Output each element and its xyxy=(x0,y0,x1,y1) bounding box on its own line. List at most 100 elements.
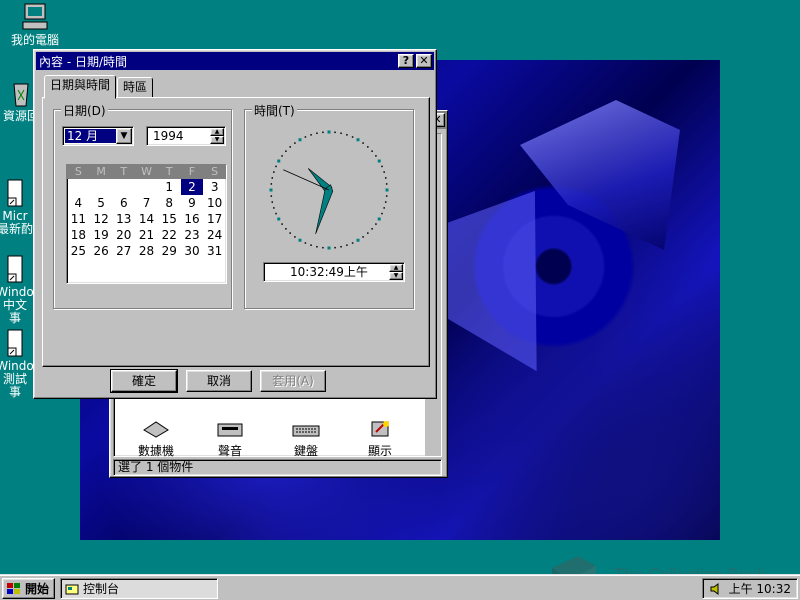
windows-logo-icon xyxy=(7,582,20,594)
calendar-day[interactable]: 24 xyxy=(203,227,226,243)
calendar-day[interactable]: 19 xyxy=(90,227,113,243)
clock-minute-hand xyxy=(315,184,334,235)
calendar-day[interactable]: 12 xyxy=(90,211,113,227)
calendar-day[interactable]: 31 xyxy=(203,243,226,259)
clock-minute-mark xyxy=(273,171,275,173)
close-button[interactable]: ✕ xyxy=(416,54,432,68)
month-select[interactable]: 12 月 ▼ xyxy=(62,126,134,146)
tab-date-time[interactable]: 日期與時間 xyxy=(44,75,117,99)
dialog-title-bar[interactable]: 內容 - 日期/時間 ? ✕ xyxy=(36,52,434,70)
clock-minute-mark xyxy=(273,207,275,209)
calendar-day[interactable]: 29 xyxy=(158,243,181,259)
weekday-header: T xyxy=(120,165,128,178)
clock-hour-mark xyxy=(356,138,360,142)
calendar-day[interactable]: 2 xyxy=(180,179,204,195)
clock-minute-mark xyxy=(367,146,369,148)
control-panel-item-label: 數據機 xyxy=(137,444,174,458)
calendar-day[interactable]: 13 xyxy=(112,211,135,227)
calendar-day[interactable]: 6 xyxy=(112,195,135,211)
calendar-day[interactable]: 8 xyxy=(158,195,181,211)
date-group-label: 日期(D) xyxy=(61,102,108,119)
calendar-day[interactable]: 16 xyxy=(181,211,204,227)
help-button[interactable]: ? xyxy=(398,54,414,68)
ok-button[interactable]: 確定 xyxy=(110,369,178,393)
clock-minute-mark xyxy=(385,195,388,197)
calendar-day[interactable]: 18 xyxy=(67,227,90,243)
calendar-day[interactable]: 3 xyxy=(203,179,226,195)
calendar-day[interactable]: 7 xyxy=(135,195,158,211)
calendar-day[interactable]: 25 xyxy=(67,243,90,259)
clock-minute-mark xyxy=(371,150,373,152)
weekday-header: S xyxy=(74,165,82,178)
clock-minute-mark xyxy=(275,165,277,168)
apply-button[interactable]: 套用(A) xyxy=(260,370,326,392)
clock-hour-mark xyxy=(298,138,302,142)
desktop-icon-my-computer[interactable]: 我的電腦 xyxy=(0,2,70,47)
weekday-header: T xyxy=(165,165,173,178)
control-panel-item-label: 聲音 xyxy=(217,444,242,458)
calendar-grid[interactable]: SMTWTFS 1 2 3 4 5 6 7 8 9 10 11 12 13 14 15 16 17 18 19 20 2… xyxy=(66,164,227,284)
spin-down-icon[interactable]: ▼ xyxy=(389,272,403,280)
calendar-day[interactable]: 30 xyxy=(181,243,204,259)
chevron-down-icon[interactable]: ▼ xyxy=(116,128,132,144)
calendar-day[interactable]: 26 xyxy=(90,243,113,259)
calendar-day[interactable]: 27 xyxy=(112,243,135,259)
calendar-week: 4 5 6 7 8 9 10 xyxy=(67,195,226,211)
weekday-header: S xyxy=(211,165,219,178)
calendar-empty-cell xyxy=(67,179,90,195)
year-stepper[interactable]: 1994 ▲ ▼ xyxy=(146,126,226,146)
calendar-day[interactable]: 28 xyxy=(135,243,158,259)
control-panel-item-sounds[interactable]: 聲音 xyxy=(200,420,260,459)
sound-icon xyxy=(216,420,244,438)
clock-minute-mark xyxy=(285,150,287,152)
clock-minute-mark xyxy=(322,131,324,134)
tab-time-zone[interactable]: 時區 xyxy=(117,77,154,98)
date-time-dialog[interactable]: 內容 - 日期/時間 ? ✕ 日期與時間 時區 日期(D) 12 月 ▼ 199… xyxy=(33,49,437,399)
calendar-day[interactable]: 14 xyxy=(135,211,158,227)
clock-hour-mark xyxy=(377,159,381,163)
clock-minute-mark xyxy=(270,183,273,185)
tab-label: 日期與時間 xyxy=(50,78,111,92)
year-value: 1994 xyxy=(153,129,184,143)
calendar-day[interactable]: 17 xyxy=(203,211,226,227)
calendar-week: 123 xyxy=(67,179,226,195)
speaker-icon[interactable] xyxy=(709,582,723,596)
calendar-day[interactable]: 4 xyxy=(67,195,90,211)
start-button[interactable]: 開始 xyxy=(2,578,55,599)
clock-minute-mark xyxy=(304,136,307,138)
taskbar-button-control-panel[interactable]: 控制台 xyxy=(60,578,218,599)
control-panel-item-keyboard[interactable]: 鍵盤 xyxy=(276,420,336,459)
control-panel-item-display[interactable]: 顯示 xyxy=(350,420,410,459)
clock-minute-mark xyxy=(270,195,273,197)
control-panel-item-modem[interactable]: 數據機 xyxy=(126,420,186,459)
calendar-day[interactable]: 11 xyxy=(67,211,90,227)
clock-minute-mark xyxy=(362,236,364,238)
computer-icon xyxy=(20,2,50,32)
start-label: 開始 xyxy=(25,582,50,596)
spin-up-icon[interactable]: ▲ xyxy=(389,264,403,272)
cancel-button[interactable]: 取消 xyxy=(186,370,252,392)
calendar-day[interactable]: 20 xyxy=(112,227,135,243)
calendar-day[interactable]: 10 xyxy=(203,195,226,211)
calendar-day[interactable]: 1 xyxy=(158,179,181,195)
shortcut-icon xyxy=(0,315,30,357)
calendar-day[interactable]: 21 xyxy=(135,227,158,243)
calendar-day[interactable]: 15 xyxy=(158,211,181,227)
weekday-header: M xyxy=(96,165,106,178)
calendar-day[interactable]: 5 xyxy=(90,195,113,211)
calendar-day[interactable]: 23 xyxy=(181,227,204,243)
spin-up-icon[interactable]: ▲ xyxy=(210,128,224,136)
time-stepper[interactable]: 10:32:49上午 ▲ ▼ xyxy=(263,262,405,282)
time-value: 10:32:49上午 xyxy=(290,265,368,279)
clock-minute-mark xyxy=(371,228,373,230)
system-tray: 上午 10:32 xyxy=(702,578,798,599)
calendar-day[interactable]: 22 xyxy=(158,227,181,243)
calendar-day[interactable]: 9 xyxy=(181,195,204,211)
calendar-week: 11 12 13 14 15 16 17 xyxy=(67,211,226,227)
clock-minute-mark xyxy=(271,201,274,203)
clock-minute-mark xyxy=(294,236,296,238)
tray-clock[interactable]: 上午 10:32 xyxy=(729,580,791,597)
clock-hour-mark xyxy=(356,238,360,242)
spin-down-icon[interactable]: ▼ xyxy=(210,136,224,144)
recycle-bin-icon xyxy=(6,78,36,108)
